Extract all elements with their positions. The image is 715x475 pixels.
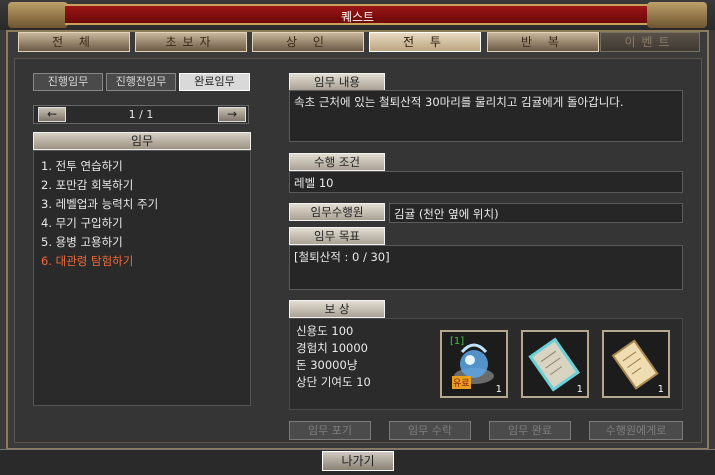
quest-list-item-selected[interactable]: 6. 대관령 탐험하기 [41,253,133,269]
title-bar: 퀘스트 [0,0,715,30]
accept-quest-button[interactable]: 임무 수락 [389,421,471,440]
quest-list: 1. 전투 연습하기 2. 포만감 회복하기 3. 레벨업과 능력치 주기 4.… [33,150,251,406]
window-title: 퀘스트 [340,10,375,24]
item-count: 1 [576,384,583,395]
content-label: 임무 내용 [289,73,385,91]
tab-event[interactable]: 이벤트 [600,32,700,52]
subtab-not-started[interactable]: 진행전임무 [106,73,176,91]
item-count: 1 [495,384,502,395]
quest-list-item[interactable]: 1. 전투 연습하기 [41,158,123,174]
tab-merchant[interactable]: 상 인 [252,32,364,52]
reward-contribution: 상단 기여도 10 [296,375,371,389]
quest-list-item[interactable]: 2. 포만감 회복하기 [41,177,133,193]
tab-all[interactable]: 전 체 [18,32,130,52]
goal-text: [철퇴산적 : 0 / 30] [289,245,683,290]
quest-list-header: 임무 [33,132,251,150]
reward-money: 돈 30000냥 [296,358,358,372]
tab-repeat[interactable]: 반 복 [487,32,599,52]
tab-beginner[interactable]: 초보자 [135,32,247,52]
item-count: 1 [657,384,664,395]
reward-item-slot[interactable]: [1] 유료 1 [440,330,508,398]
arrow-right-icon: → [226,107,238,121]
quest-window: 퀘스트 전 체 초보자 상 인 전 투 반 복 이벤트 진행임무 진행전임무 완… [0,0,715,475]
go-to-npc-button[interactable]: 수행원에게로 [589,421,683,440]
reward-credit: 신용도 100 [296,324,354,338]
npc-text: 김귤 (천안 옆에 위치) [389,203,683,223]
reward-label: 보 상 [289,300,385,318]
subtab-completed[interactable]: 완료임무 [179,73,250,91]
abandon-quest-button[interactable]: 임무 포기 [289,421,371,440]
page-indicator: 1 / 1 [128,108,154,121]
quest-list-item[interactable]: 3. 레벨업과 능력치 주기 [41,196,158,212]
subtab-in-progress[interactable]: 진행임무 [33,73,103,91]
quest-pager: ← 1 / 1 → [33,105,249,124]
reward-item-slot[interactable]: 1 [521,330,589,398]
goal-label: 임무 목표 [289,227,385,245]
complete-quest-button[interactable]: 임무 완료 [489,421,571,440]
condition-label: 수행 조건 [289,153,385,171]
quest-list-item[interactable]: 5. 용병 고용하기 [41,234,123,250]
reward-item-slot[interactable]: 1 [602,330,670,398]
reward-list: 신용도 100 경험치 10000 돈 30000냥 상단 기여도 10 [296,323,371,391]
tab-combat[interactable]: 전 투 [369,32,481,52]
next-page-button[interactable]: → [218,107,246,122]
category-tabs: 전 체 초보자 상 인 전 투 반 복 이벤트 [0,32,715,54]
condition-text: 레벨 10 [289,171,683,193]
content-text: 속초 근처에 있는 철퇴산적 30마리를 물리치고 김귤에게 돌아갑니다. [289,90,683,142]
quest-list-item[interactable]: 4. 무기 구입하기 [41,215,123,231]
npc-label: 임무수행원 [289,203,385,221]
exit-button[interactable]: 나가기 [322,451,394,471]
paid-item-badge: 유료 [452,376,471,389]
reward-exp: 경험치 10000 [296,341,368,355]
